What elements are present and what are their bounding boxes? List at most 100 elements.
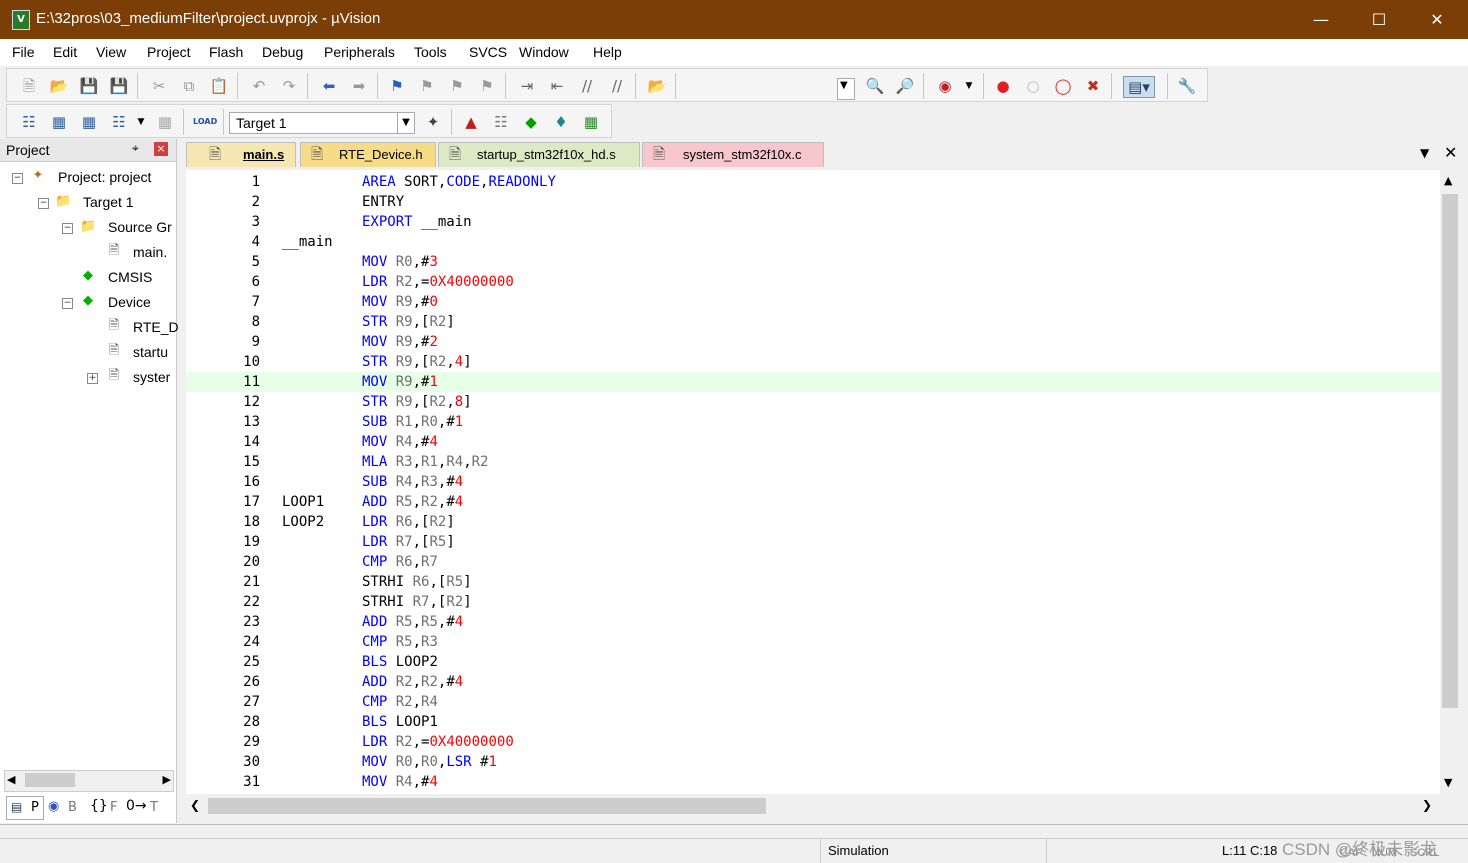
menu-view[interactable]: View [96, 44, 126, 60]
tab-books-label[interactable]: B [68, 800, 77, 815]
target-options-icon[interactable]: ✦ [423, 112, 443, 132]
code-line[interactable]: 17 LOOP1 ADD R5,R2,#4 [186, 492, 1440, 512]
next-bookmark-icon[interactable]: ⚑ [447, 76, 467, 96]
menu-help[interactable]: Help [593, 44, 622, 60]
code-line[interactable]: 31 MOV R4,#4 [186, 772, 1440, 792]
manage-rte-icon[interactable]: ◆ [521, 112, 541, 132]
tree-source-group[interactable]: Source Gr [108, 219, 172, 235]
scroll-thumb[interactable] [208, 798, 766, 814]
code-line[interactable]: 10 STR R9,[R2,4] [186, 352, 1440, 372]
menu-flash[interactable]: Flash [209, 44, 243, 60]
prev-bookmark-icon[interactable]: ⚑ [417, 76, 437, 96]
code-line[interactable]: 7 MOV R9,#0 [186, 292, 1440, 312]
menu-window[interactable]: Window [519, 44, 569, 60]
menu-debug[interactable]: Debug [262, 44, 303, 60]
close-tab-icon[interactable]: ✕ [1444, 143, 1457, 162]
chevron-down-icon[interactable]: ▼ [131, 112, 151, 132]
load-download-icon[interactable]: LOAD [193, 112, 217, 132]
find-in-files-icon[interactable]: 📂 [647, 76, 667, 96]
pack-installer-icon[interactable]: ▦ [581, 112, 601, 132]
scroll-left-icon[interactable]: ◀ [7, 773, 15, 786]
disable-breakpoint-icon[interactable]: ○ [1023, 76, 1043, 96]
tree-rte-device-file[interactable]: RTE_D [133, 319, 179, 335]
collapse-icon[interactable]: − [62, 223, 73, 234]
save-all-icon[interactable]: 💾 [109, 76, 129, 96]
scroll-down-icon[interactable]: ▼ [1444, 776, 1452, 789]
code-line[interactable]: 21 STRHI R6,[R5] [186, 572, 1440, 592]
close-panel-icon[interactable]: × [154, 142, 168, 156]
tab-startup-s[interactable]: 🗎 startup_stm32f10x_hd.s [438, 142, 640, 167]
code-line[interactable]: 1 AREA SORT,CODE,READONLY [186, 172, 1440, 192]
new-file-icon[interactable]: 🗎 [19, 76, 39, 96]
file-extensions-icon[interactable]: ☷ [491, 112, 511, 132]
code-line[interactable]: 26 ADD R2,R2,#4 [186, 672, 1440, 692]
target-select[interactable]: Target 1 ▼ [229, 112, 415, 134]
disable-all-breakpoints-icon[interactable]: ◯ [1053, 76, 1073, 96]
menu-tools[interactable]: Tools [414, 44, 447, 60]
code-line[interactable]: 16 SUB R4,R3,#4 [186, 472, 1440, 492]
navigate-forward-icon[interactable]: ➡ [349, 76, 369, 96]
editor-vscrollbar[interactable]: ▲ ▼ [1440, 170, 1460, 794]
clear-bookmarks-icon[interactable]: ⚑ [477, 76, 497, 96]
menu-file[interactable]: File [12, 44, 35, 60]
tree-system-file[interactable]: syster [133, 369, 170, 385]
code-line[interactable]: 15 MLA R3,R1,R4,R2 [186, 452, 1440, 472]
find-icon[interactable]: 🔍 [865, 76, 885, 96]
rebuild-icon[interactable]: ▦ [79, 112, 99, 132]
incremental-find-icon[interactable]: 🔎 [895, 76, 915, 96]
code-line[interactable]: 24 CMP R5,R3 [186, 632, 1440, 652]
code-line[interactable]: 12 STR R9,[R2,8] [186, 392, 1440, 412]
minimize-button[interactable]: — [1292, 0, 1350, 39]
tab-system-c[interactable]: 🗎 system_stm32f10x.c [642, 142, 824, 167]
scroll-right-icon[interactable]: ❯ [1422, 798, 1432, 812]
redo-icon[interactable]: ↷ [279, 76, 299, 96]
tree-startup-file[interactable]: startu [133, 344, 168, 360]
stop-build-icon[interactable]: ▦ [155, 112, 175, 132]
code-line[interactable]: 13 SUB R1,R0,#1 [186, 412, 1440, 432]
kill-all-breakpoints-icon[interactable]: ✖ [1083, 76, 1103, 96]
code-line[interactable]: 14 MOV R4,#4 [186, 432, 1440, 452]
templates-icon[interactable]: 0→ [126, 798, 147, 814]
debug-session-icon[interactable]: ◉ [935, 76, 955, 96]
code-line[interactable]: 6 LDR R2,=0X40000000 [186, 272, 1440, 292]
code-line[interactable]: 25 BLS LOOP2 [186, 652, 1440, 672]
tab-functions-label[interactable]: F [110, 800, 117, 815]
comment-icon[interactable]: // [577, 76, 597, 96]
code-line[interactable]: 8 STR R9,[R2] [186, 312, 1440, 332]
menu-edit[interactable]: Edit [53, 44, 77, 60]
unindent-icon[interactable]: ⇤ [547, 76, 567, 96]
code-line[interactable]: 19 LDR R7,[R5] [186, 532, 1440, 552]
code-line[interactable]: 29 LDR R2,=0X40000000 [186, 732, 1440, 752]
scroll-thumb[interactable] [1442, 194, 1458, 708]
cut-icon[interactable]: ✂ [149, 76, 169, 96]
manage-project-items-icon[interactable]: ▲ [461, 112, 481, 132]
collapse-icon[interactable]: − [12, 173, 23, 184]
copy-icon[interactable]: ⧉ [179, 76, 199, 96]
undo-icon[interactable]: ↶ [249, 76, 269, 96]
bookmark-icon[interactable]: ⚑ [387, 76, 407, 96]
tree-project-root[interactable]: Project: project [58, 169, 151, 185]
code-line[interactable]: 20 CMP R6,R7 [186, 552, 1440, 572]
project-hscrollbar[interactable]: ◀ ▶ [4, 770, 174, 792]
scroll-left-icon[interactable]: ❮ [190, 798, 200, 812]
books-icon[interactable]: ◉ [48, 799, 59, 814]
tree-main-file[interactable]: main. [133, 244, 167, 260]
collapse-icon[interactable]: − [38, 198, 49, 209]
tab-project[interactable]: ▤ P [6, 796, 44, 820]
chevron-down-icon[interactable]: ▼ [959, 76, 979, 96]
translate-icon[interactable]: ☷ [19, 112, 39, 132]
build-icon[interactable]: ▦ [49, 112, 69, 132]
code-line[interactable]: 3 EXPORT __main [186, 212, 1440, 232]
tab-templates-label[interactable]: T [150, 800, 158, 815]
maximize-button[interactable]: ☐ [1350, 0, 1408, 39]
menu-svcs[interactable]: SVCS [469, 44, 507, 60]
code-editor[interactable]: 1 AREA SORT,CODE,READONLY 2 ENTRY 3 EXPORT __… [186, 170, 1440, 794]
functions-icon[interactable]: {} [90, 798, 108, 814]
code-line[interactable]: 4 __main [186, 232, 1440, 252]
save-icon[interactable]: 💾 [79, 76, 99, 96]
editor-hscrollbar[interactable]: ❮ ❯ [186, 796, 1440, 816]
configure-icon[interactable]: 🔧 [1177, 76, 1197, 96]
code-line[interactable]: 23 ADD R5,R5,#4 [186, 612, 1440, 632]
code-line[interactable]: 30 MOV R0,R0,LSR #1 [186, 752, 1440, 772]
find-dropdown[interactable]: ▼ [837, 78, 855, 100]
